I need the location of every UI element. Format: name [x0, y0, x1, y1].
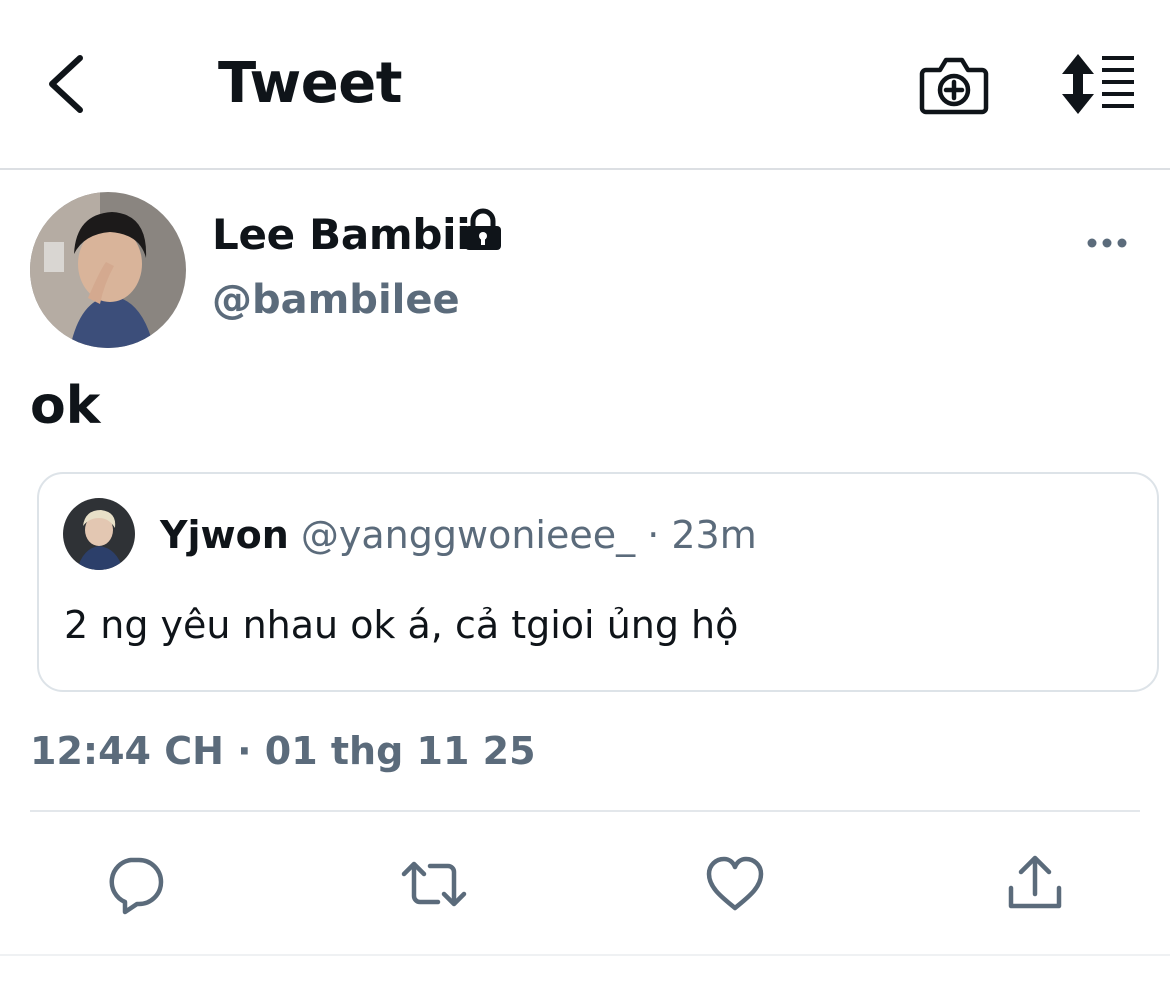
retweet-icon [401, 861, 467, 907]
like-button[interactable] [701, 850, 769, 918]
quoted-author-handle[interactable]: @yanggwonieee_ [301, 513, 635, 557]
top-nav-bar [0, 0, 1170, 170]
tweet-text: ok [30, 376, 101, 436]
author-handle[interactable]: @bambilee [212, 272, 460, 328]
quoted-author-avatar[interactable] [63, 498, 135, 570]
author-avatar[interactable] [30, 192, 186, 348]
lock-icon [462, 208, 504, 252]
bottom-divider [0, 954, 1170, 956]
share-upload-icon [1008, 855, 1062, 909]
quoted-tweet-age: 23m [671, 513, 757, 557]
share-button[interactable] [1001, 850, 1069, 918]
reply-bubble-icon [109, 857, 164, 915]
camera-plus-icon [919, 57, 989, 115]
retweet-button[interactable] [400, 850, 468, 918]
back-button[interactable] [36, 48, 100, 120]
divider [30, 810, 1140, 812]
quoted-tweet-card[interactable] [37, 472, 1159, 692]
timeline-sort-button[interactable] [1058, 52, 1138, 116]
chevron-left-icon [49, 55, 83, 113]
author-display-name[interactable]: Lee Bambii [212, 206, 471, 264]
quoted-author-name[interactable]: Yjwon [160, 513, 289, 557]
more-options-button[interactable] [1080, 226, 1134, 260]
quoted-tweet-header: Yjwon @yanggwonieee_ · 23m [160, 508, 757, 562]
sort-lines-icon [1062, 54, 1134, 114]
more-dots-icon [1087, 238, 1127, 248]
camera-button[interactable] [918, 50, 990, 118]
reply-button[interactable] [101, 850, 169, 918]
heart-icon [706, 856, 764, 911]
tweet-timestamp: 12:44 CH · 01 thg 11 25 [30, 729, 536, 773]
page-title: Tweet [218, 51, 403, 116]
quoted-separator: · [635, 513, 672, 557]
quoted-tweet-text: 2 ng yêu nhau ok á, cả tgioi ủng hộ [64, 603, 739, 647]
